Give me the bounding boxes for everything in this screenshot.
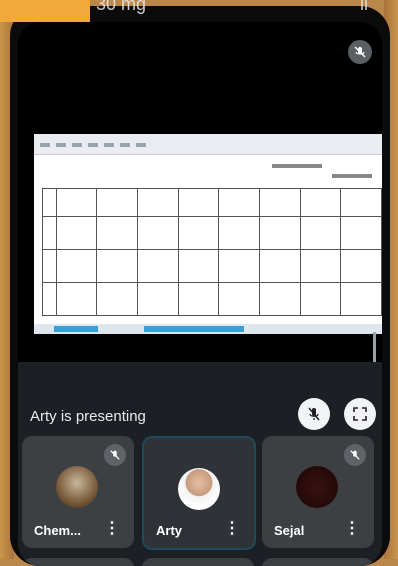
participant-mute-indicator: [104, 444, 126, 466]
mic-off-icon: [110, 450, 120, 460]
participant-tile-partial: [22, 558, 134, 566]
participant-name: Chem...: [34, 523, 81, 538]
stage-mute-indicator: [348, 40, 372, 64]
participant-tile-partial: [142, 558, 254, 566]
meet-screen: Arty is presenting Chem... ⋮ Arty ⋮ Seja…: [18, 22, 382, 566]
shared-spreadsheet-toolbar: [34, 134, 382, 155]
shared-spreadsheet-table: [42, 188, 382, 316]
mic-off-icon: [354, 46, 366, 58]
presenter-label: Arty is presenting: [30, 408, 146, 425]
presentation-panel: Arty is presenting Chem... ⋮ Arty ⋮ Seja…: [18, 362, 382, 566]
more-options-icon[interactable]: ⋮: [344, 518, 360, 538]
phone-frame: Arty is presenting Chem... ⋮ Arty ⋮ Seja…: [10, 6, 390, 566]
avatar: [296, 466, 338, 508]
more-options-icon[interactable]: ⋮: [104, 518, 120, 538]
participant-tile[interactable]: Chem... ⋮: [22, 436, 134, 548]
participant-mute-indicator: [344, 444, 366, 466]
mic-off-icon: [350, 450, 360, 460]
status-bar-signal: ll: [360, 0, 368, 14]
participant-tile[interactable]: Sejal ⋮: [262, 436, 374, 548]
avatar: [56, 466, 98, 508]
more-options-icon[interactable]: ⋮: [224, 518, 240, 538]
participant-name: Arty: [156, 523, 183, 538]
mute-button[interactable]: [298, 398, 330, 430]
participant-tile-partial: [262, 558, 374, 566]
mic-off-icon: [308, 407, 320, 421]
shared-spreadsheet-header: [42, 158, 382, 186]
fullscreen-icon: [353, 407, 367, 421]
shared-spreadsheet-sheet-tabs: [34, 324, 382, 334]
avatar: [178, 468, 220, 510]
shared-screen-view[interactable]: [34, 134, 382, 334]
participant-name: Sejal: [274, 523, 305, 538]
participant-tile[interactable]: Arty ⋮: [142, 436, 256, 550]
status-bar-text: 30 mg: [96, 0, 147, 14]
fullscreen-button[interactable]: [344, 398, 376, 430]
sticky-note: [0, 0, 90, 22]
